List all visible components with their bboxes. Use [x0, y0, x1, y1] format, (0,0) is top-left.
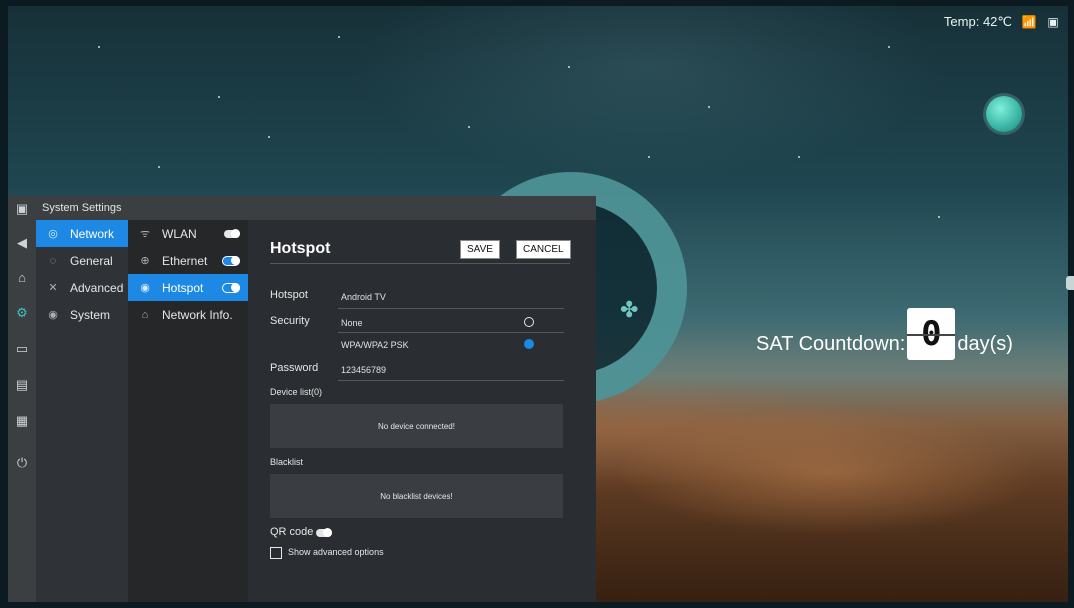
category-general[interactable]: ◌ General — [36, 247, 128, 274]
cancel-button[interactable]: CANCEL — [516, 240, 571, 259]
category-advanced[interactable]: ✕ Advanced — [36, 274, 128, 301]
password-field[interactable]: 123456789 — [341, 365, 386, 375]
left-quick-rail: ▣ ◀ ⌂ ⚙ ▭ ▤ ▦ ⏻ — [8, 196, 36, 602]
countdown-unit: day(s) — [957, 332, 1013, 355]
status-bar: Temp: 42℃ 📶 ▣ — [944, 14, 1060, 30]
category-network[interactable]: ◎ Network — [36, 220, 128, 247]
subnav-ethernet[interactable]: ⊕ Ethernet — [128, 247, 248, 274]
apps-grid-icon[interactable]: ✤ — [620, 297, 638, 323]
floating-assistant-orb[interactable] — [986, 96, 1022, 132]
wlan-toggle[interactable] — [224, 228, 240, 238]
security-none-radio[interactable] — [524, 317, 534, 327]
device-list-box: No device connected! — [270, 404, 563, 448]
blacklist-box: No blacklist devices! — [270, 474, 563, 518]
settings-gear-icon[interactable]: ⚙ — [8, 302, 36, 324]
device-list-label: Device list(0) — [270, 387, 323, 397]
ethernet-toggle[interactable] — [222, 255, 240, 266]
title-divider — [270, 263, 570, 264]
security-divider — [338, 332, 564, 333]
screen-icon[interactable]: ▣ — [1046, 15, 1060, 29]
advanced-options-checkbox[interactable] — [270, 547, 282, 559]
subnav-hotspot[interactable]: ◉ Hotspot — [128, 274, 248, 301]
countdown-widget: SAT Countdown: 0 day(s) — [756, 308, 1013, 370]
hotspot-name-field[interactable]: Android TV — [341, 292, 386, 302]
home-icon[interactable]: ⌂ — [8, 266, 36, 288]
qr-code-label: QR code — [270, 526, 314, 538]
folder-icon[interactable]: ▭ — [8, 338, 36, 360]
hotspot-name-label: Hotspot — [270, 289, 308, 301]
hotspot-toggle[interactable] — [222, 282, 240, 293]
category-system[interactable]: ◉ System — [36, 301, 128, 328]
hotspot-name-underline — [338, 308, 564, 309]
security-label: Security — [270, 315, 310, 327]
security-option-none[interactable]: None — [341, 318, 363, 328]
temperature-label: Temp: 42℃ — [943, 14, 1012, 29]
system-icon: ◉ — [48, 309, 58, 321]
edge-handle-icon[interactable] — [1066, 276, 1074, 290]
subnav-network-info[interactable]: ⌂ Network Info. — [128, 301, 248, 328]
category-nav: ◎ Network ◌ General ✕ Advanced ◉ System — [36, 220, 128, 602]
blacklist-label: Blacklist — [270, 457, 304, 467]
wireless-icon[interactable]: 📶 — [1022, 15, 1037, 29]
panel-title: Hotspot — [270, 240, 331, 257]
keyboard-icon[interactable]: ▦ — [8, 410, 36, 432]
network-subnav: ᯤ WLAN ⊕ Ethernet ◉ Hotspot ⌂ Network In… — [128, 220, 248, 602]
back-icon[interactable]: ◀ — [8, 232, 36, 254]
blacklist-empty-text: No blacklist devices! — [380, 491, 453, 501]
hotspot-panel: Hotspot SAVE CANCEL Hotspot Android TV S… — [248, 220, 596, 602]
qr-code-toggle[interactable] — [316, 528, 332, 537]
system-settings-window: System Settings ◎ Network ◌ General ✕ Ad… — [36, 196, 596, 602]
network-icon: ◎ — [48, 228, 58, 240]
info-icon: ⌂ — [141, 308, 149, 321]
device-list-empty-text: No device connected! — [378, 421, 455, 431]
countdown-label: SAT Countdown: — [756, 332, 906, 355]
monitor-icon[interactable]: ▤ — [8, 374, 36, 396]
advanced-icon: ✕ — [48, 282, 58, 294]
advanced-options-label[interactable]: Show advanced options — [288, 547, 384, 557]
hotspot-icon: ◉ — [140, 282, 150, 294]
subnav-wlan[interactable]: ᯤ WLAN — [128, 220, 248, 247]
password-underline — [338, 380, 564, 381]
window-titlebar: System Settings — [36, 196, 596, 220]
save-button[interactable]: SAVE — [460, 240, 500, 259]
ethernet-icon: ⊕ — [140, 255, 150, 267]
power-icon[interactable]: ⏻ — [8, 452, 36, 474]
general-icon: ◌ — [49, 254, 57, 267]
password-label: Password — [270, 362, 319, 374]
window-title: System Settings — [42, 202, 122, 214]
wifi-icon: ᯤ — [139, 228, 151, 240]
security-option-wpa[interactable]: WPA/WPA2 PSK — [341, 340, 409, 350]
settings-window-icon: ▣ — [15, 201, 29, 216]
security-wpa-radio[interactable] — [524, 339, 534, 349]
countdown-flip-digit: 0 — [907, 308, 956, 360]
